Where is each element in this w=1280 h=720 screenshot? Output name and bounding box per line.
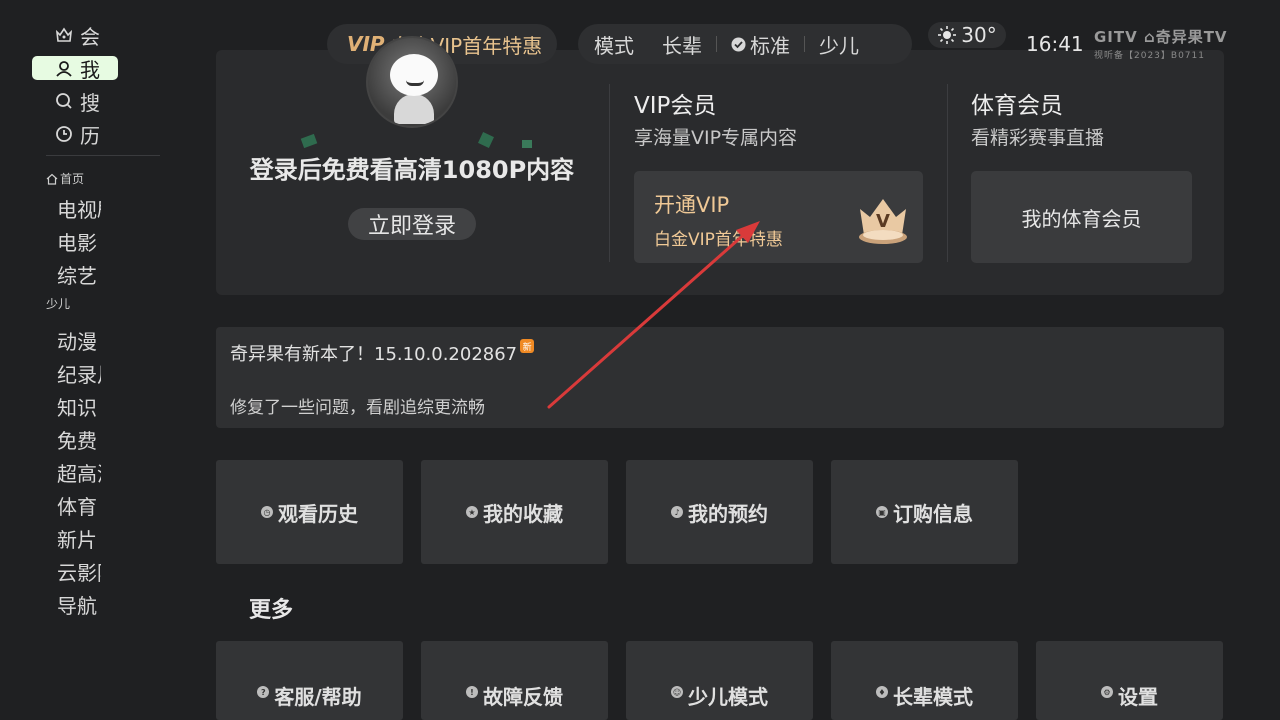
sidebar-group-home[interactable]: 首页 xyxy=(46,170,84,187)
crown-letter: V xyxy=(876,211,890,232)
section-divider xyxy=(947,84,948,262)
sidebar-group-kids[interactable]: 少儿 xyxy=(46,298,70,310)
tile-label: 我的预约 xyxy=(688,501,768,526)
tile-fault-feedback[interactable]: ! 故障反馈 xyxy=(421,641,608,720)
brand-logo-text: GITV ⌂奇异果TV xyxy=(1094,28,1228,46)
sidebar-channel[interactable]: 电视剧 xyxy=(57,196,101,224)
login-button[interactable]: 立即登录 xyxy=(348,208,476,240)
login-prompt: 登录后免费看高清1080P内容 xyxy=(249,156,575,184)
sports-section-subtitle: 看精彩赛事直播 xyxy=(971,127,1105,149)
tile-order-info[interactable]: ▣ 订购信息 xyxy=(831,460,1018,564)
order-icon: ▣ xyxy=(876,506,888,518)
mode-label: 模式 xyxy=(594,33,634,58)
sidebar-channel[interactable]: 综艺 xyxy=(57,262,101,290)
weather-temp: 30° xyxy=(961,23,997,47)
tile-reservations[interactable]: ♪ 我的预约 xyxy=(626,460,813,564)
clock-icon: ◷ xyxy=(261,506,273,518)
sidebar-channel[interactable]: 新片 xyxy=(57,526,101,554)
sidebar-channel[interactable]: 云影院 xyxy=(57,559,101,587)
check-icon xyxy=(731,37,746,52)
open-vip-button[interactable]: 开通VIP 白金VIP首年特惠 V xyxy=(634,171,923,263)
member-icon xyxy=(54,25,74,45)
elder-icon: ♦ xyxy=(876,686,888,698)
sidebar-item-profile[interactable]: 我 xyxy=(32,56,118,80)
open-vip-promo: 白金VIP首年特惠 xyxy=(654,230,783,250)
sports-section-title: 体育会员 xyxy=(971,93,1063,119)
sidebar-channel[interactable]: 超高清 xyxy=(57,460,101,488)
mode-elder[interactable]: 长辈 xyxy=(662,30,702,59)
mode-kids[interactable]: 少儿 xyxy=(819,30,859,59)
sidebar-item-member[interactable]: 会 xyxy=(32,23,118,47)
sidebar-channel[interactable]: 导航 xyxy=(57,592,101,620)
help-icon: ? xyxy=(257,686,270,698)
mode-divider xyxy=(804,36,805,52)
mode-standard-label: 标准 xyxy=(750,33,790,58)
sidebar-item-search[interactable]: 搜 xyxy=(32,89,118,113)
tile-favorites[interactable]: ★ 我的收藏 xyxy=(421,460,608,564)
history-icon xyxy=(54,124,74,144)
sidebar-item-label: 我 xyxy=(80,57,100,81)
brand-logo: GITV ⌂奇异果TV 视听备【2023】B0711 xyxy=(1094,26,1228,61)
sidebar-channel[interactable]: 动漫 xyxy=(57,328,101,356)
brand-license: 视听备【2023】B0711 xyxy=(1094,51,1205,61)
tile-kids-mode[interactable]: ☺ 少儿模式 xyxy=(626,641,813,720)
section-divider xyxy=(609,84,610,262)
tile-customer-service[interactable]: ? 客服/帮助 xyxy=(216,641,403,720)
sidebar-divider xyxy=(46,155,160,156)
new-badge: 新 xyxy=(520,339,535,353)
tile-label: 观看历史 xyxy=(278,501,358,526)
kid-face-icon: ☺ xyxy=(671,686,683,698)
sun-icon xyxy=(937,25,957,45)
tile-label: 设置 xyxy=(1118,685,1158,709)
tile-label: 长辈模式 xyxy=(893,685,973,709)
tile-watch-history[interactable]: ◷ 观看历史 xyxy=(216,460,403,564)
sidebar-channel[interactable]: 知识 xyxy=(57,394,101,422)
crown-icon: V xyxy=(859,199,907,244)
bell-icon: ♪ xyxy=(671,506,683,518)
avatar[interactable] xyxy=(366,36,458,128)
tile-label: 我的收藏 xyxy=(483,501,563,526)
sidebar-channel[interactable]: 纪录片 xyxy=(57,361,101,389)
tile-label: 订购信息 xyxy=(893,501,973,526)
tile-label: 客服/帮助 xyxy=(274,685,362,709)
sidebar-item-label: 搜 xyxy=(80,90,100,114)
weather-widget: 30° xyxy=(928,22,1006,48)
more-section-title: 更多 xyxy=(249,598,294,623)
vip-section-title: VIP会员 xyxy=(634,93,717,119)
mode-switcher: 模式 长辈 标准 少儿 xyxy=(578,24,912,64)
sidebar-item-label: 历 xyxy=(80,123,100,147)
mode-divider xyxy=(716,36,717,52)
gear-icon: ⚙ xyxy=(1101,686,1113,698)
tile-label: 故障反馈 xyxy=(483,685,563,709)
sidebar-channel[interactable]: 体育 xyxy=(57,493,101,521)
update-title: 奇异果有新本了！15.10.0.202867 xyxy=(230,344,518,365)
sidebar-item-history[interactable]: 历 xyxy=(32,122,118,146)
sidebar-channel[interactable]: 免费 xyxy=(57,427,101,455)
clock: 16:41 xyxy=(1026,32,1084,56)
mode-standard[interactable]: 标准 xyxy=(731,30,790,59)
open-vip-label: 开通VIP xyxy=(654,193,730,217)
search-icon xyxy=(54,91,74,111)
update-detail: 修复了一些问题，看剧追综更流畅 xyxy=(230,398,485,418)
vip-section-subtitle: 享海量VIP专属内容 xyxy=(634,127,798,149)
sidebar-group-label: 首页 xyxy=(60,172,85,186)
update-title-row: 奇异果有新本了！15.10.0.202867 新 xyxy=(230,339,535,366)
profile-icon xyxy=(54,58,74,78)
sidebar: 会 我 搜 历 首页 电视剧 电影 综艺 少儿 动漫 纪录片 知识 免费 超高清… xyxy=(0,0,170,720)
home-icon xyxy=(46,173,58,185)
alert-icon: ! xyxy=(466,686,478,698)
tile-settings[interactable]: ⚙ 设置 xyxy=(1036,641,1223,720)
star-icon: ★ xyxy=(466,506,478,518)
sidebar-channel[interactable]: 电影 xyxy=(57,229,101,257)
my-sports-membership-button[interactable]: 我的体育会员 xyxy=(971,171,1192,263)
sidebar-item-label: 会 xyxy=(80,24,100,48)
tile-elder-mode[interactable]: ♦ 长辈模式 xyxy=(831,641,1018,720)
update-notice[interactable]: 奇异果有新本了！15.10.0.202867 新 修复了一些问题，看剧追综更流畅 xyxy=(216,327,1224,428)
sidebar-group-label: 少儿 xyxy=(46,298,71,310)
tile-label: 少儿模式 xyxy=(688,685,768,709)
